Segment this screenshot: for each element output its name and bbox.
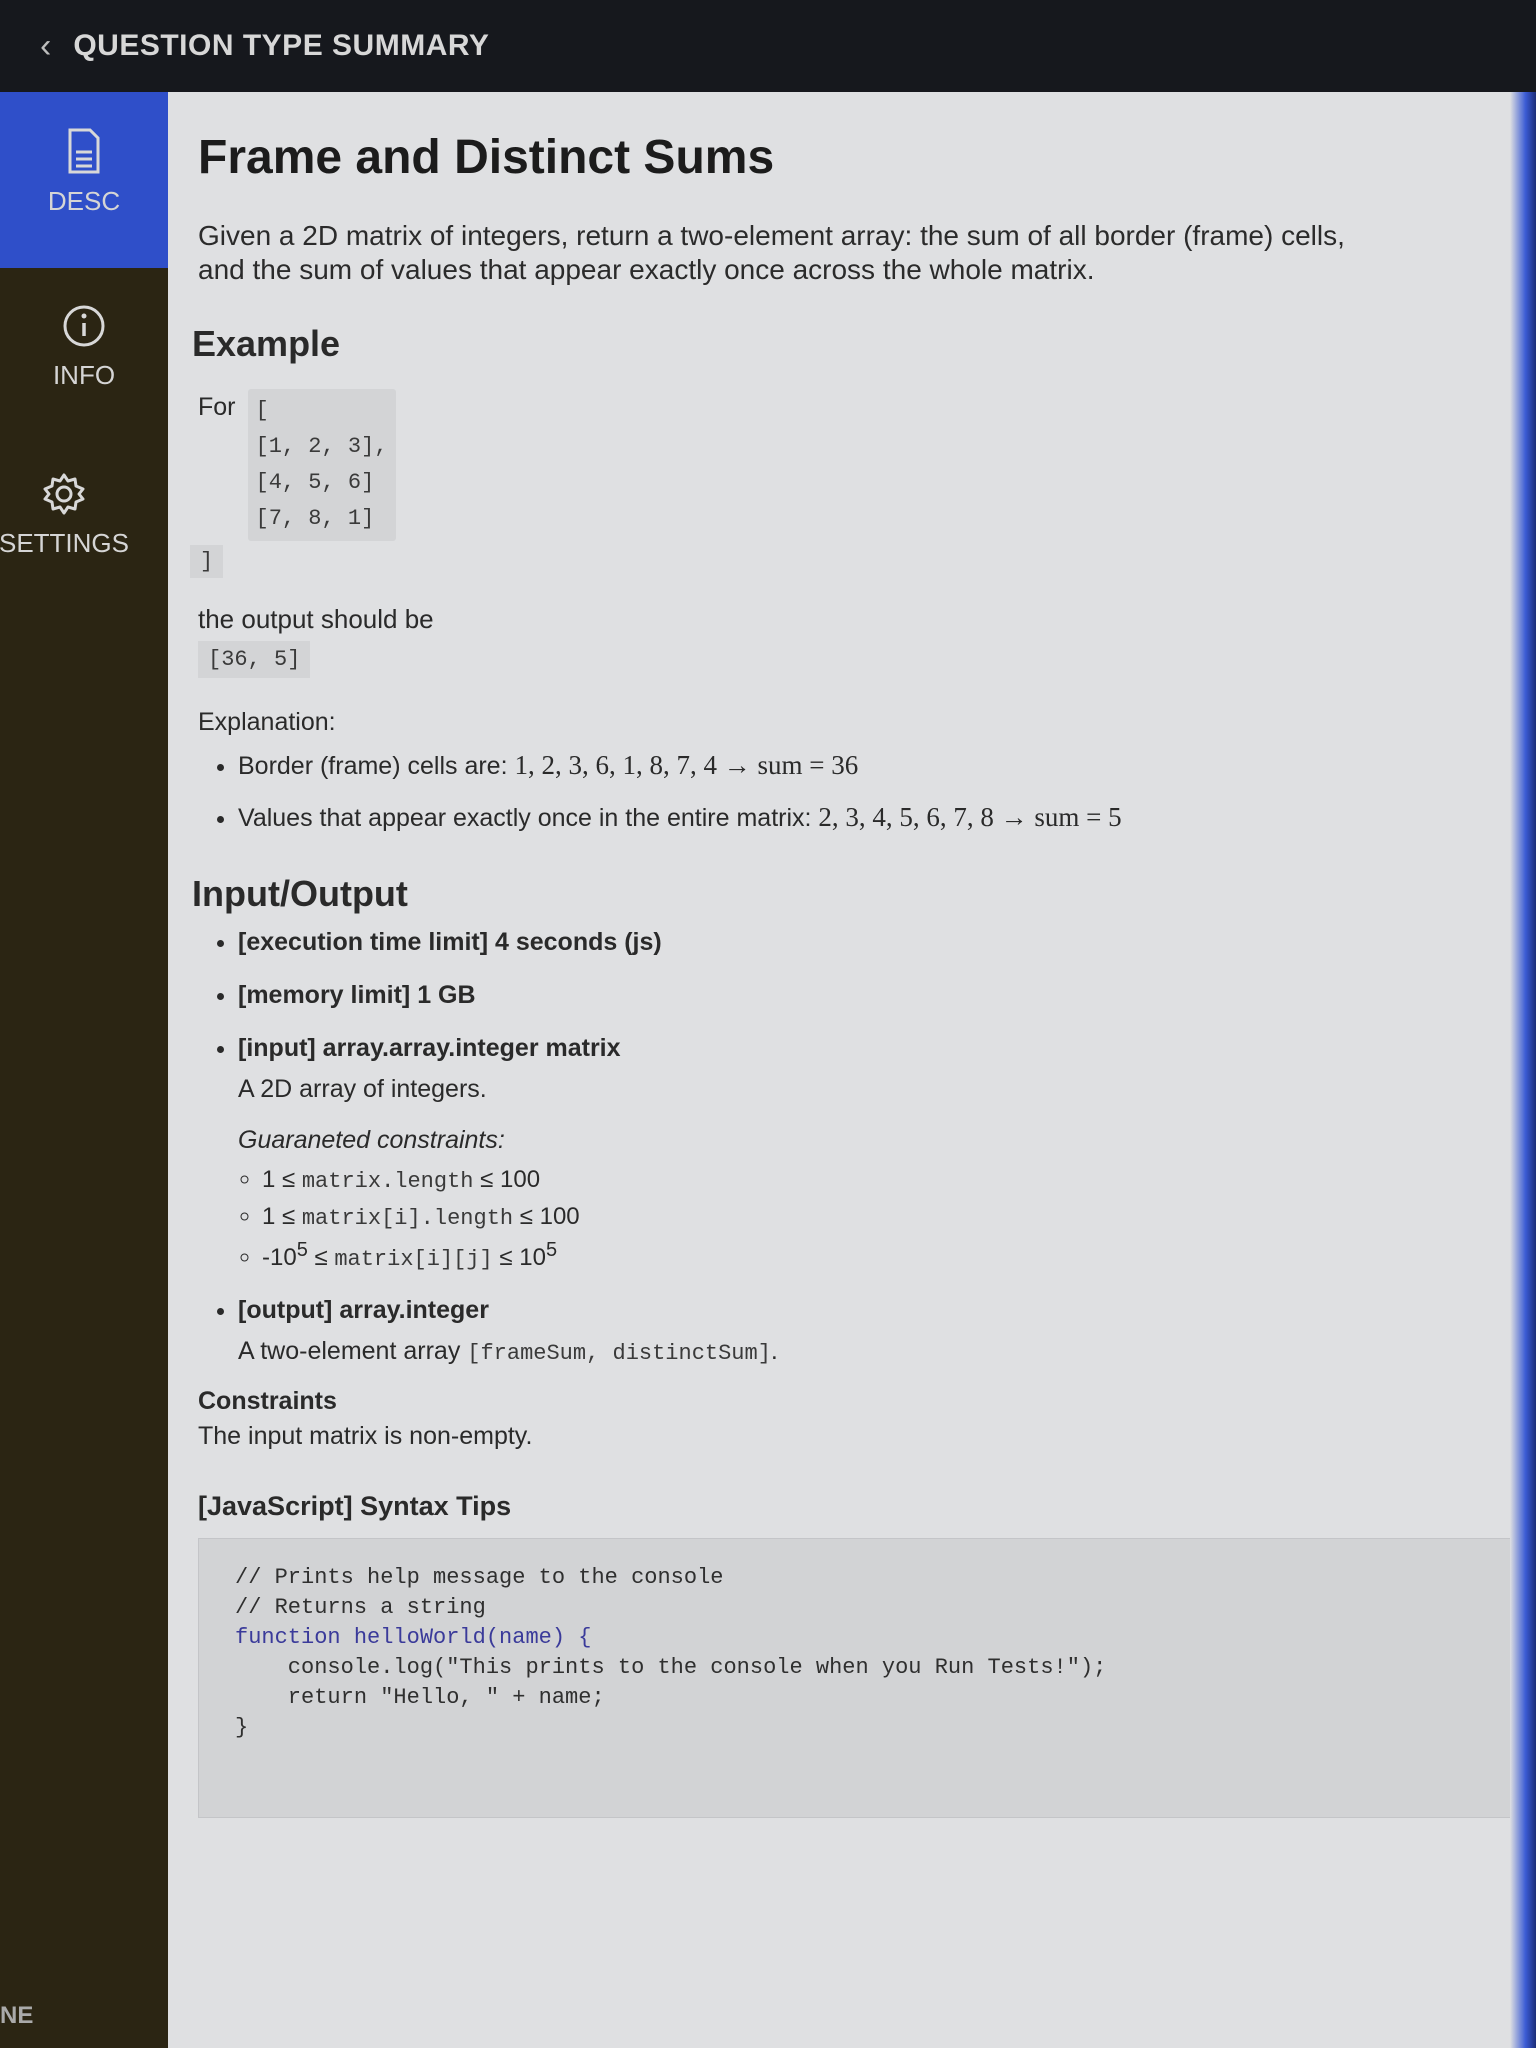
main-content: Frame and Distinct Sums Given a 2D matri…: [168, 92, 1536, 2048]
list-item: 1 ≤ matrix.length ≤ 100: [262, 1164, 1478, 1197]
code-line: // Prints help message to the console: [235, 1565, 724, 1591]
output-desc-code: [frameSum, distinctSum]: [467, 1340, 771, 1366]
constraint-sup: 5: [296, 1239, 308, 1262]
document-icon: [68, 128, 100, 174]
list-item: -105 ≤ matrix[i][j] ≤ 105: [262, 1237, 1478, 1275]
constraint-text: ≤ 100: [513, 1202, 580, 1230]
time-limit-label: [execution time limit]: [238, 927, 489, 956]
constraints-text: The input matrix is non-empty.: [198, 1422, 533, 1451]
list-item: [output] array.integer A two-element arr…: [238, 1293, 1478, 1370]
matrix-row: [4, 5, 6]: [255, 470, 375, 496]
example-input: For [ [1, 2, 3], [4, 5, 6] [7, 8, 1]: [198, 389, 1478, 542]
time-limit-value: 4 seconds (js): [488, 927, 662, 956]
for-label: For: [198, 393, 236, 422]
sidebar-item-label: SETTINGS: [0, 528, 129, 558]
sidebar-item-info[interactable]: INFO: [0, 304, 168, 391]
sidebar-item-label: INFO: [52, 360, 116, 390]
constraint-code: matrix[i].length: [301, 1205, 514, 1231]
list-item: 1 ≤ matrix[i].length ≤ 100: [262, 1201, 1478, 1234]
code-line: // Returns a string: [235, 1595, 486, 1621]
output-desc-text: A two-element array: [238, 1336, 468, 1365]
constraint-sup: 5: [545, 1239, 558, 1262]
explanation-text: Values that appear exactly once in the e…: [238, 804, 819, 833]
matrix-close: ]: [190, 545, 224, 579]
code-line: }: [235, 1715, 249, 1741]
memory-limit-value: 1 GB: [410, 980, 476, 1009]
explanation-label: Explanation:: [198, 708, 336, 737]
output-label: the output should be: [198, 604, 434, 635]
constraint-text: ≤ 10: [492, 1244, 546, 1272]
io-list: [execution time limit] 4 seconds (js) [m…: [198, 925, 1478, 1370]
code-line: return "Hello, " + name;: [235, 1685, 605, 1711]
page-header-title: QUESTION TYPE SUMMARY: [73, 29, 490, 62]
input-label: [input] array.array.integer matrix: [238, 1033, 621, 1062]
constraint-code: matrix.length: [301, 1168, 474, 1194]
output-value: [36, 5]: [198, 641, 311, 679]
syntax-tips-heading: [JavaScript] Syntax Tips: [198, 1491, 512, 1522]
sidebar-item-label: DESC: [47, 186, 121, 216]
list-item: [execution time limit] 4 seconds (js): [238, 925, 1478, 960]
chevron-left-icon[interactable]: ‹: [40, 27, 51, 66]
explanation-math: 2, 3, 4, 5, 6, 7, 8 → sum = 5: [818, 802, 1122, 833]
list-item: Border (frame) cells are: 1, 2, 3, 6, 1,…: [238, 747, 1478, 785]
problem-description: Given a 2D matrix of integers, return a …: [198, 220, 1345, 286]
code-example-block: // Prints help message to the console // …: [198, 1538, 1536, 1819]
matrix-row: [7, 8, 1]: [255, 506, 375, 532]
list-item: Values that appear exactly once in the e…: [238, 799, 1478, 837]
sidebar: DESC INFO SETTINGS NE: [0, 92, 168, 2048]
output-description: A two-element array [frameSum, distinctS…: [238, 1334, 1478, 1370]
example-heading: Example: [192, 323, 341, 365]
list-item: [memory limit] 1 GB: [238, 978, 1478, 1013]
explanation-math: 1, 2, 3, 6, 1, 8, 7, 4 → sum = 36: [514, 750, 859, 781]
matrix-row: [1, 2, 3],: [255, 434, 388, 460]
list-item: [input] array.array.integer matrix A 2D …: [238, 1031, 1478, 1275]
constraint-code: matrix[i][j]: [334, 1247, 493, 1273]
sidebar-item-desc[interactable]: DESC: [0, 92, 168, 268]
output-desc-text: .: [770, 1336, 778, 1365]
constraints-label: Guaraneted constraints:: [238, 1125, 505, 1154]
input-description: A 2D array of integers.: [238, 1074, 487, 1103]
explanation-text: Border (frame) cells are:: [238, 752, 515, 781]
constraint-text: ≤ 100: [473, 1165, 541, 1193]
output-type-label: [output] array.integer: [238, 1295, 489, 1324]
matrix-open: [: [255, 398, 269, 424]
info-icon: [63, 305, 105, 347]
gear-icon: [43, 473, 85, 515]
constraint-text: 1 ≤: [262, 1202, 302, 1230]
matrix-block: [ [1, 2, 3], [4, 5, 6] [7, 8, 1]: [247, 389, 396, 542]
constraint-text: ≤: [307, 1244, 335, 1272]
code-line: console.log("This prints to the console …: [235, 1655, 1107, 1681]
explanation-list: Border (frame) cells are: 1, 2, 3, 6, 1,…: [198, 747, 1478, 837]
constraints-heading: Constraints: [198, 1387, 337, 1416]
constraint-text: -10: [262, 1244, 297, 1272]
code-line: function helloWorld(name) {: [235, 1625, 592, 1651]
top-bar: ‹ QUESTION TYPE SUMMARY: [0, 0, 1536, 92]
io-heading: Input/Output: [192, 872, 408, 914]
sidebar-item-settings[interactable]: SETTINGS: [0, 472, 148, 559]
constraint-text: 1 ≤: [262, 1165, 302, 1193]
memory-limit-label: [memory limit]: [238, 980, 411, 1009]
constraints-list: 1 ≤ matrix.length ≤ 100 1 ≤ matrix[i].le…: [238, 1164, 1478, 1275]
screen-edge: [1510, 92, 1536, 2048]
sidebar-footer-text: NE: [0, 2002, 34, 2029]
page-title: Frame and Distinct Sums: [198, 131, 775, 184]
